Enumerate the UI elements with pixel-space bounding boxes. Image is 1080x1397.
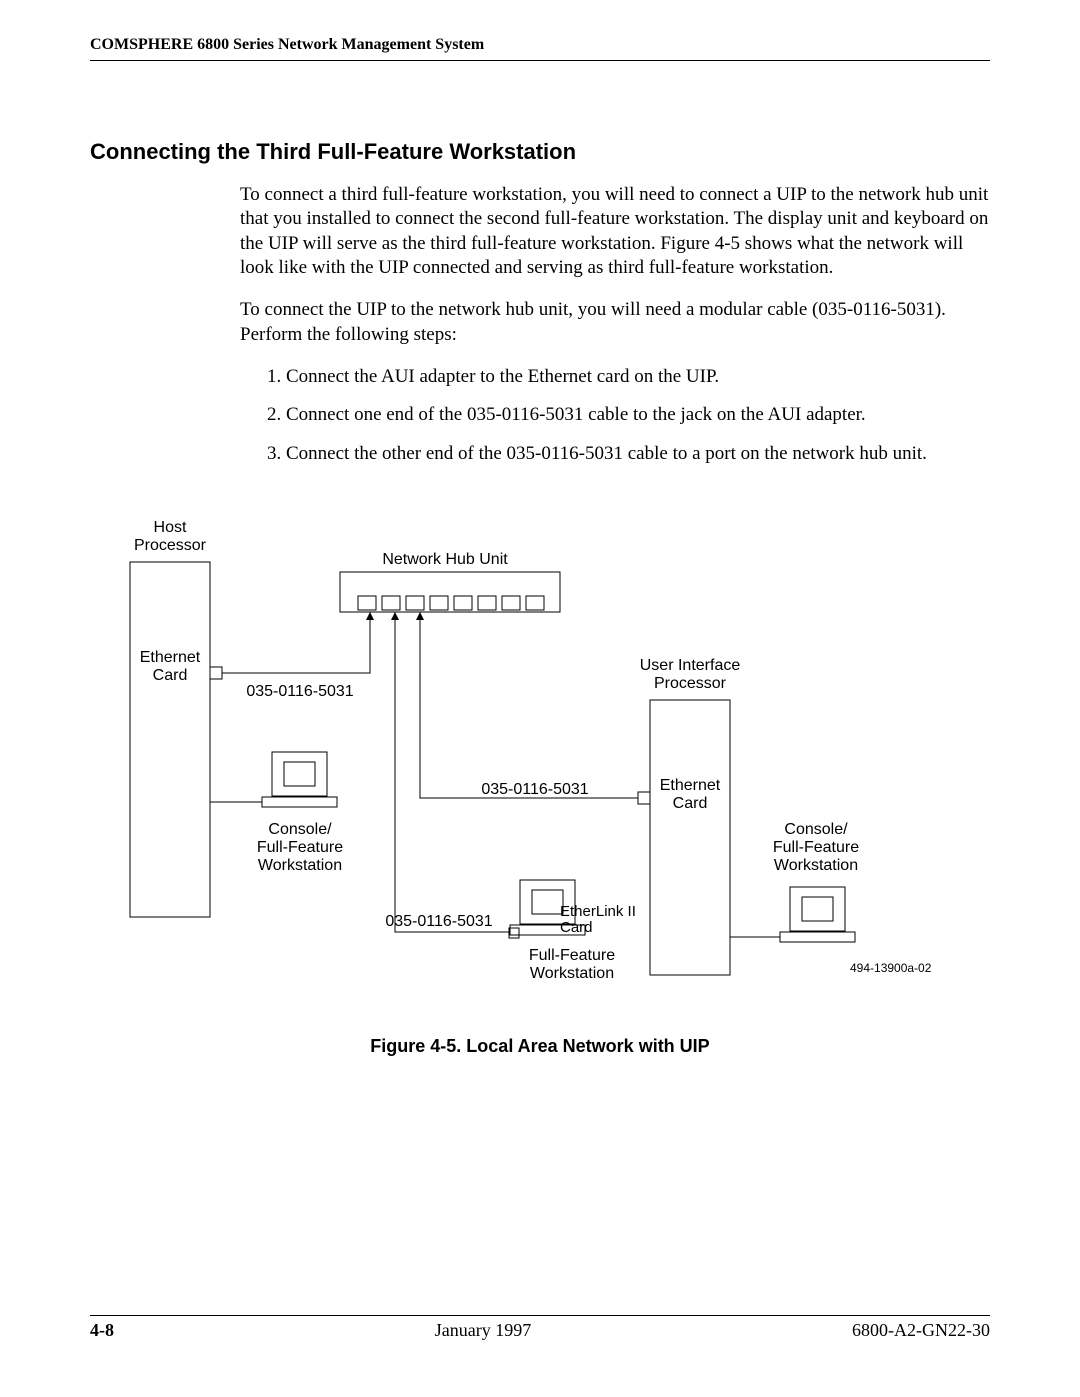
- step-item: Connect the AUI adapter to the Ethernet …: [286, 365, 990, 389]
- page-footer: 4-8 January 1997 6800-A2-GN22-30: [90, 1315, 990, 1341]
- svg-text:035-0116-5031: 035-0116-5031: [385, 913, 492, 930]
- paragraph-2: To connect the UIP to the network hub un…: [240, 298, 990, 347]
- svg-text:Network Hub Unit: Network Hub Unit: [382, 551, 508, 568]
- svg-text:Card: Card: [673, 795, 708, 812]
- document-page: COMSPHERE 6800 Series Network Management…: [0, 0, 1080, 1397]
- svg-text:035-0116-5031: 035-0116-5031: [246, 683, 353, 700]
- svg-text:494-13900a-02: 494-13900a-02: [850, 961, 932, 975]
- footer-date: January 1997: [435, 1320, 531, 1341]
- step-item: Connect the other end of the 035-0116-50…: [286, 442, 990, 466]
- svg-text:EtherLink II: EtherLink II: [560, 903, 636, 920]
- svg-text:Processor: Processor: [654, 675, 727, 692]
- figure-4-5: Host Processor Ethernet Card Network Hub…: [90, 512, 990, 1032]
- svg-text:035-0116-5031: 035-0116-5031: [481, 781, 588, 798]
- running-header: COMSPHERE 6800 Series Network Management…: [90, 36, 990, 61]
- svg-text:Full-Feature: Full-Feature: [529, 947, 615, 964]
- svg-text:Workstation: Workstation: [530, 965, 614, 982]
- monitor-icon: [262, 752, 337, 807]
- body-text-block: To connect a third full-feature workstat…: [240, 183, 990, 466]
- network-diagram-icon: Host Processor Ethernet Card Network Hub…: [90, 512, 990, 1032]
- svg-text:Workstation: Workstation: [258, 857, 342, 874]
- svg-text:User Interface: User Interface: [640, 657, 741, 674]
- svg-text:Processor: Processor: [134, 537, 207, 554]
- svg-text:Workstation: Workstation: [774, 857, 858, 874]
- svg-text:Full-Feature: Full-Feature: [773, 839, 859, 856]
- section-title: Connecting the Third Full-Feature Workst…: [90, 139, 990, 165]
- step-item: Connect one end of the 035-0116-5031 cab…: [286, 403, 990, 427]
- svg-text:Card: Card: [560, 919, 593, 936]
- figure-caption: Figure 4-5. Local Area Network with UIP: [90, 1036, 990, 1057]
- svg-text:Console/: Console/: [784, 821, 848, 838]
- svg-text:Card: Card: [153, 667, 188, 684]
- footer-page-number: 4-8: [90, 1320, 114, 1341]
- paragraph-1: To connect a third full-feature workstat…: [240, 183, 990, 280]
- svg-text:Ethernet: Ethernet: [660, 777, 721, 794]
- monitor-icon: [780, 887, 855, 942]
- svg-text:Host: Host: [154, 519, 187, 536]
- svg-text:Ethernet: Ethernet: [140, 649, 201, 666]
- svg-text:Console/: Console/: [268, 821, 332, 838]
- steps-list: Connect the AUI adapter to the Ethernet …: [240, 365, 990, 466]
- svg-text:Full-Feature: Full-Feature: [257, 839, 343, 856]
- footer-doc-number: 6800-A2-GN22-30: [852, 1320, 990, 1341]
